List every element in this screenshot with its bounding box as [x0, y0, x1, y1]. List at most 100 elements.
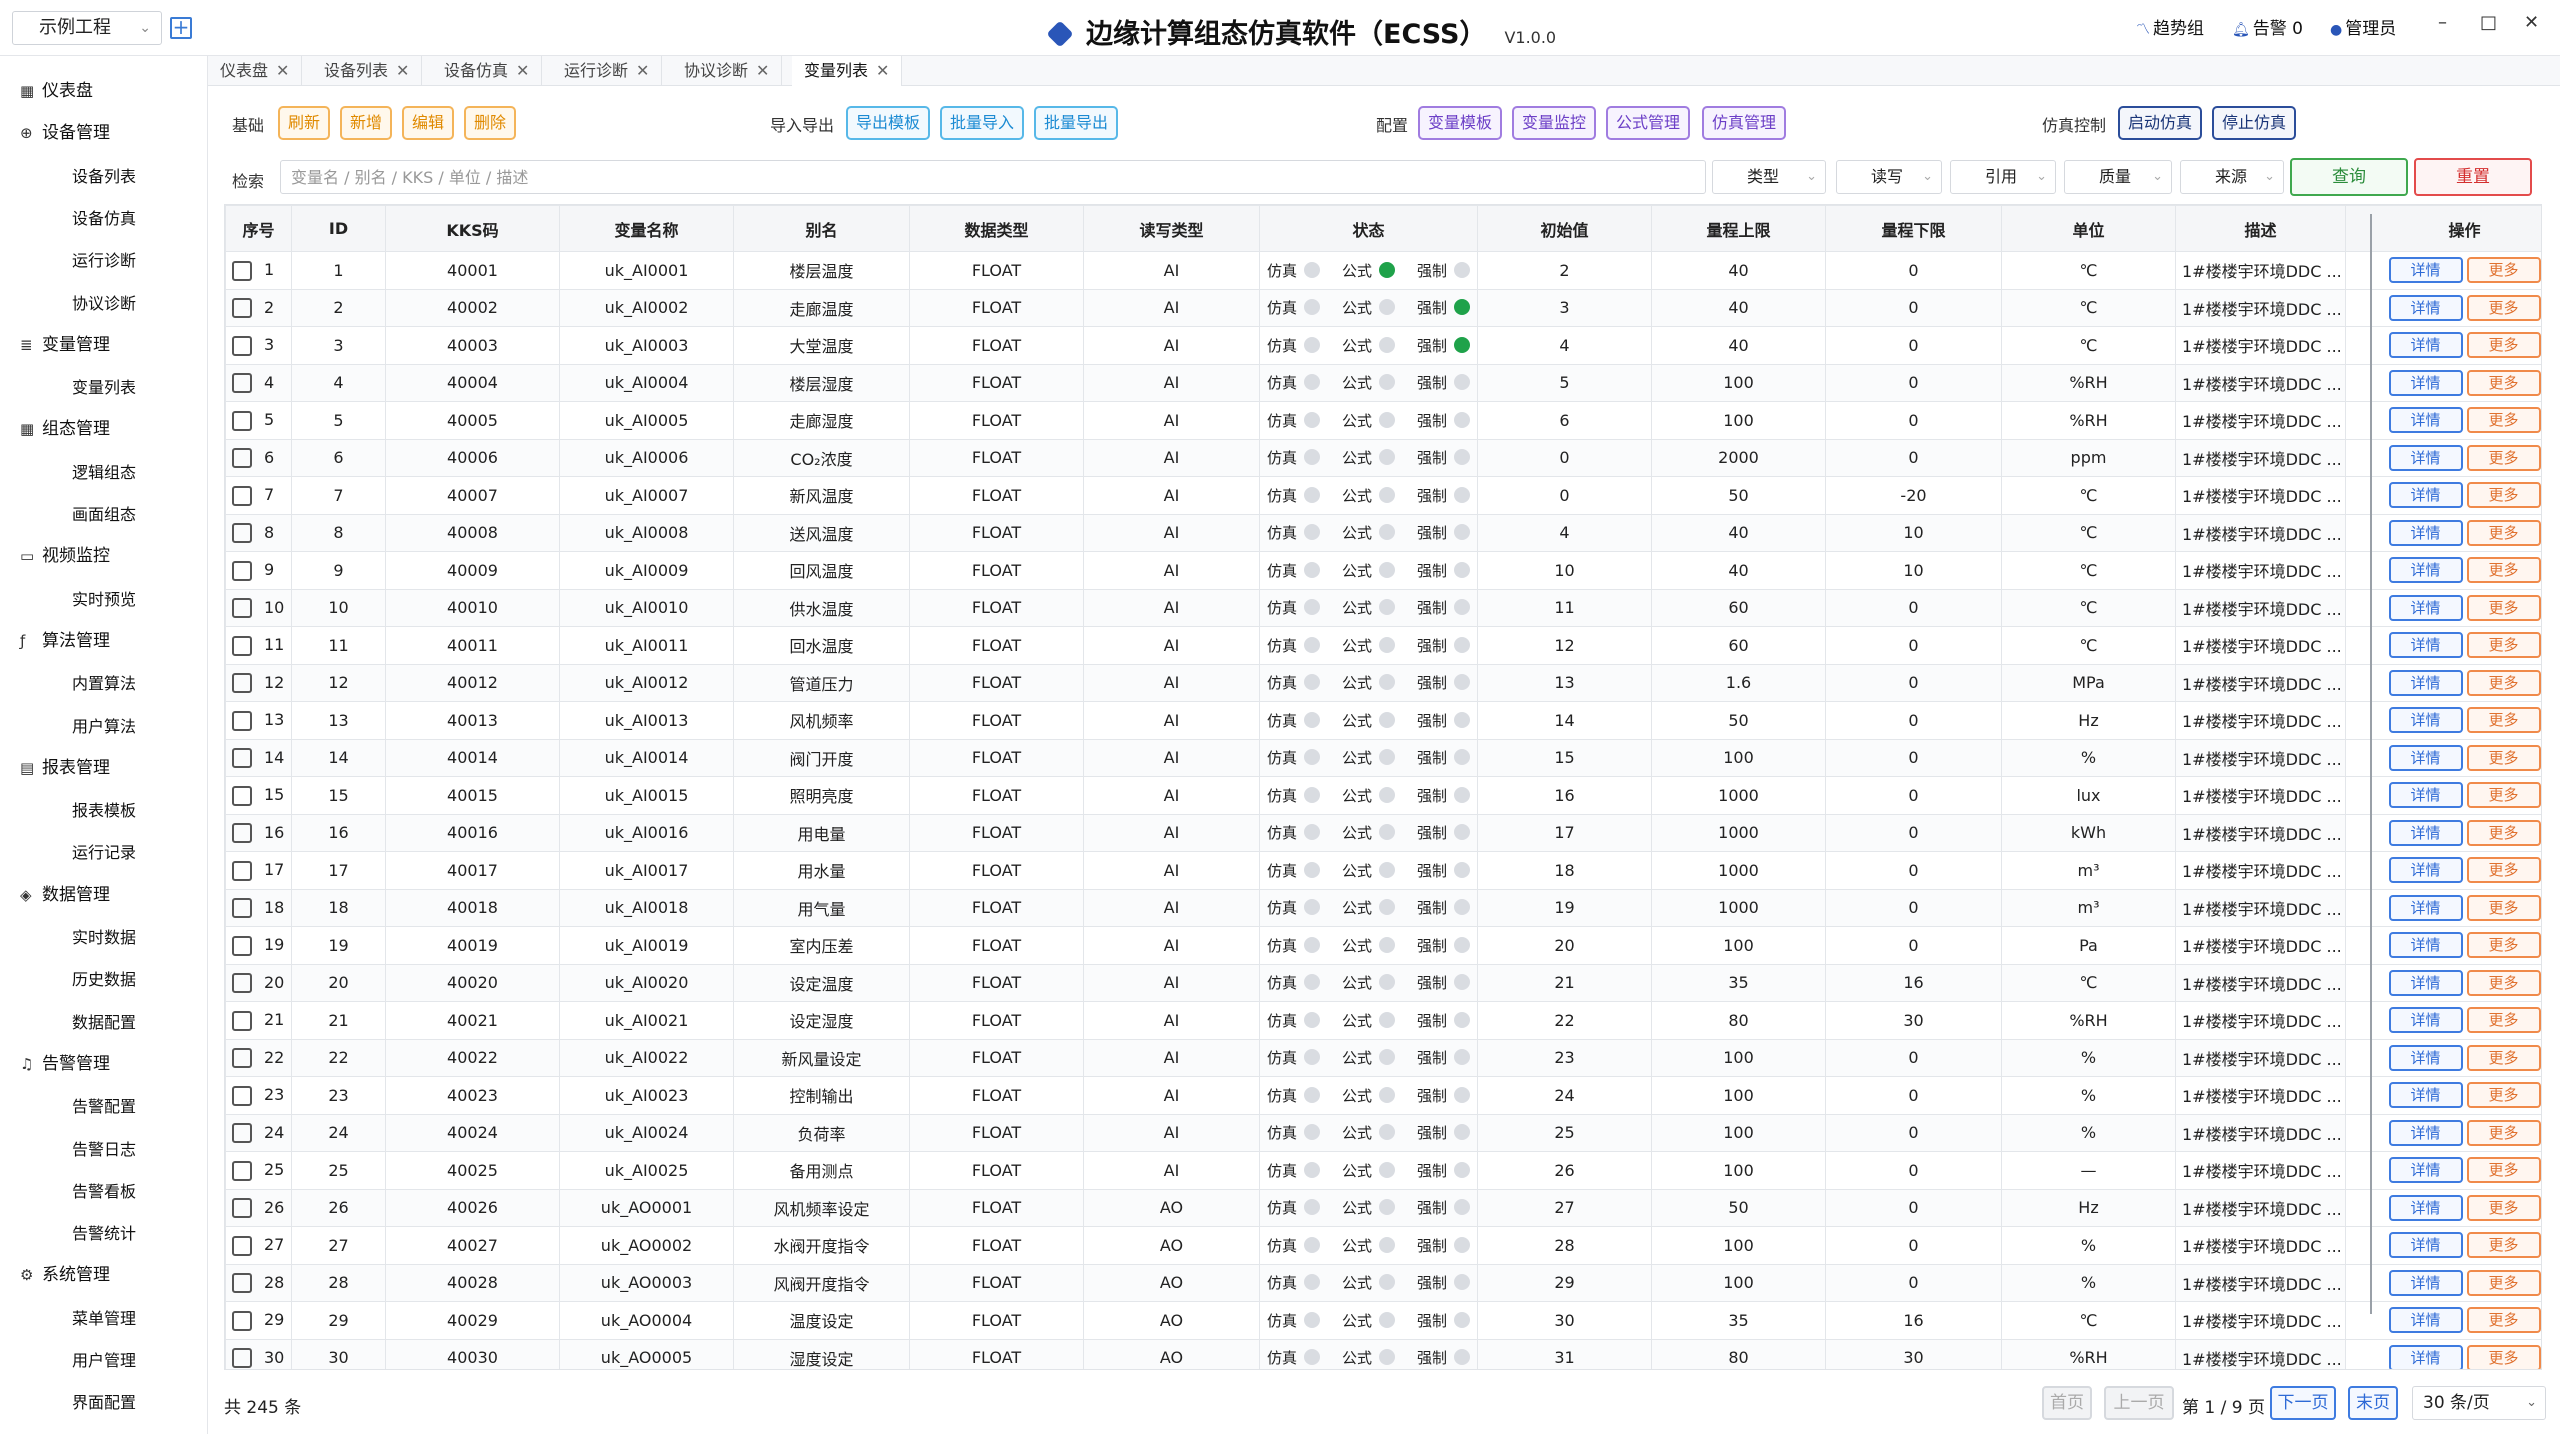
detail-button[interactable]: 详情 — [2388, 1007, 2463, 1034]
sim-status-indicator[interactable] — [1303, 1349, 1320, 1366]
variable-template-button[interactable]: 变量模板 — [1418, 106, 1503, 140]
formula-status-indicator[interactable] — [1379, 1349, 1395, 1366]
sim-status-indicator[interactable] — [1303, 749, 1320, 766]
formula-status-indicator[interactable] — [1379, 786, 1395, 803]
formula-status-indicator[interactable] — [1379, 599, 1395, 616]
sim-status-indicator[interactable] — [1303, 899, 1320, 916]
detail-button[interactable]: 详情 — [2388, 969, 2463, 996]
sidebar-item[interactable]: 用户管理 — [72, 1347, 136, 1371]
table-row[interactable]: 28 28 40028 uk_AO0003 风阀开度指令 FLOAT AO 仿真 公式 强制 29 1… — [225, 1263, 2541, 1302]
close-tab-icon[interactable]: ✕ — [756, 61, 769, 80]
sidebar-item[interactable]: 告警配置 — [72, 1093, 136, 1117]
more-button[interactable]: 更多 — [2466, 1044, 2541, 1071]
formula-status-indicator[interactable] — [1379, 561, 1395, 578]
more-button[interactable]: 更多 — [2466, 857, 2541, 884]
close-tab-icon[interactable]: ✕ — [516, 61, 529, 80]
sim-status-indicator[interactable] — [1303, 1086, 1320, 1103]
force-status-indicator[interactable] — [1454, 636, 1471, 653]
detail-button[interactable]: 详情 — [2388, 332, 2463, 359]
reset-button[interactable]: 重置 — [2414, 158, 2532, 196]
table-row[interactable]: 24 24 40024 uk_AI0024 负荷率 FLOAT AI 仿真 公式 强制 25 100 0… — [225, 1113, 2541, 1152]
force-status-indicator[interactable] — [1454, 1236, 1471, 1253]
sidebar-item[interactable]: 告警统计 — [72, 1220, 136, 1244]
table-row[interactable]: 23 23 40023 uk_AI0023 控制输出 FLOAT AI 仿真 公式 强制 24 100… — [225, 1076, 2541, 1115]
quality-filter[interactable]: 质量 ⌄ — [2064, 160, 2172, 194]
force-status-indicator[interactable] — [1454, 861, 1471, 878]
formula-status-indicator[interactable] — [1379, 861, 1395, 878]
more-button[interactable]: 更多 — [2466, 1344, 2541, 1369]
force-status-indicator[interactable] — [1454, 749, 1471, 766]
force-status-indicator[interactable] — [1454, 674, 1471, 691]
sim-status-indicator[interactable] — [1303, 374, 1320, 391]
detail-button[interactable]: 详情 — [2388, 819, 2463, 846]
detail-button[interactable]: 详情 — [2388, 894, 2463, 921]
close-tab-icon[interactable]: ✕ — [276, 61, 289, 80]
force-status-indicator[interactable] — [1454, 711, 1471, 728]
sidebar-group-0[interactable]: ▦ 仪表盘 — [20, 76, 93, 101]
user-menu[interactable]: ● 管理员 — [2330, 14, 2396, 39]
table-row[interactable]: 19 19 40019 uk_AI0019 室内压差 FLOAT AI 仿真 公式 强制 20 100… — [225, 926, 2541, 965]
sidebar-group-1[interactable]: ⊕ 设备管理 — [20, 118, 110, 143]
sidebar-item[interactable]: 数据配置 — [72, 1009, 136, 1033]
row-checkbox[interactable] — [232, 1198, 252, 1218]
row-checkbox[interactable] — [232, 1010, 252, 1031]
refresh-button[interactable]: 刷新 — [278, 106, 331, 140]
row-checkbox[interactable] — [232, 448, 252, 468]
delete-button[interactable]: 删除 — [464, 106, 517, 140]
sidebar-group-7[interactable]: ◈ 数据管理 — [20, 880, 110, 905]
sidebar-item[interactable]: 运行诊断 — [72, 247, 136, 271]
sidebar-item[interactable]: 逻辑组态 — [72, 459, 136, 483]
table-row[interactable]: 25 25 40025 uk_AI0025 备用测点 FLOAT AI 仿真 公式 强制 26 100… — [225, 1151, 2541, 1190]
force-status-indicator[interactable] — [1454, 1011, 1471, 1028]
more-button[interactable]: 更多 — [2466, 632, 2541, 659]
more-button[interactable]: 更多 — [2466, 1232, 2541, 1259]
force-status-indicator[interactable] — [1454, 261, 1471, 278]
formula-status-indicator[interactable] — [1379, 261, 1395, 278]
table-row[interactable]: 11 11 40011 uk_AI0011 回水温度 FLOAT AI 仿真 公式 强制 12 60 0… — [225, 626, 2541, 665]
sim-status-indicator[interactable] — [1303, 336, 1320, 353]
sim-status-indicator[interactable] — [1303, 861, 1320, 878]
sidebar-group-9[interactable]: ⚙ 系统管理 — [20, 1260, 110, 1285]
sim-status-indicator[interactable] — [1303, 936, 1320, 953]
table-row[interactable]: 18 18 40018 uk_AI0018 用气量 FLOAT AI 仿真 公式 强制 19 1000… — [225, 888, 2541, 927]
column-header[interactable]: 序号 — [225, 205, 292, 252]
sim-status-indicator[interactable] — [1303, 411, 1320, 428]
page-size-select[interactable]: 30 条/页 ⌄ — [2412, 1386, 2546, 1420]
add-button[interactable]: 新增 — [340, 106, 393, 140]
query-button[interactable]: 查询 — [2290, 158, 2408, 196]
row-checkbox[interactable] — [232, 1310, 252, 1331]
prev-page-button[interactable]: 上一页 — [2104, 1386, 2174, 1420]
table-row[interactable]: 9 9 40009 uk_AI0009 回风温度 FLOAT AI 仿真 公式 强制 10 40 10 ℃… — [225, 551, 2541, 590]
force-status-indicator[interactable] — [1454, 486, 1471, 503]
formula-status-indicator[interactable] — [1379, 336, 1395, 353]
sim-status-indicator[interactable] — [1303, 524, 1320, 541]
sim-status-indicator[interactable] — [1303, 1199, 1320, 1216]
row-checkbox[interactable] — [232, 823, 252, 843]
sim-status-indicator[interactable] — [1303, 1161, 1320, 1178]
more-button[interactable]: 更多 — [2466, 369, 2541, 396]
force-status-indicator[interactable] — [1454, 336, 1471, 353]
detail-button[interactable]: 详情 — [2388, 1232, 2463, 1259]
detail-button[interactable]: 详情 — [2388, 1044, 2463, 1071]
sidebar-item[interactable]: 运行记录 — [72, 839, 136, 863]
sim-manage-button[interactable]: 仿真管理 — [1702, 106, 1787, 140]
sidebar-item[interactable]: 设备列表 — [72, 163, 136, 187]
formula-status-indicator[interactable] — [1379, 674, 1395, 691]
close-tab-icon[interactable]: ✕ — [636, 61, 649, 80]
force-status-indicator[interactable] — [1454, 1311, 1471, 1328]
detail-button[interactable]: 详情 — [2388, 1269, 2463, 1296]
sidebar-item[interactable]: 画面组态 — [72, 501, 136, 525]
more-button[interactable]: 更多 — [2466, 407, 2541, 434]
sim-status-indicator[interactable] — [1303, 1049, 1320, 1066]
formula-status-indicator[interactable] — [1379, 974, 1395, 991]
row-checkbox[interactable] — [232, 598, 252, 618]
more-button[interactable]: 更多 — [2466, 782, 2541, 809]
more-button[interactable]: 更多 — [2466, 482, 2541, 509]
detail-button[interactable]: 详情 — [2388, 744, 2463, 771]
table-row[interactable]: 3 3 40003 uk_AI0003 大堂温度 FLOAT AI 仿真 公式 强制 4 40 0 ℃ 1#… — [225, 326, 2541, 365]
close-tab-icon[interactable]: ✕ — [876, 61, 889, 80]
row-checkbox[interactable] — [232, 785, 252, 806]
more-button[interactable]: 更多 — [2466, 519, 2541, 546]
table-row[interactable]: 21 21 40021 uk_AI0021 设定湿度 FLOAT AI 仿真 公式 强制 22 80 3… — [225, 1001, 2541, 1040]
source-filter[interactable]: 来源 ⌄ — [2180, 160, 2284, 194]
